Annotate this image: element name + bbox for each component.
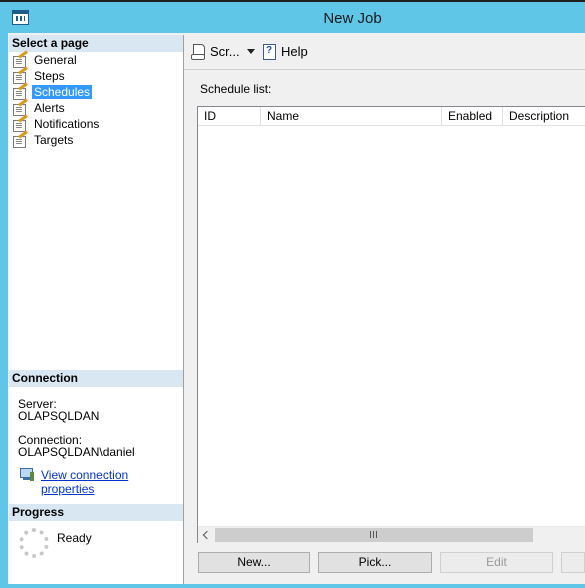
window-title: New Job xyxy=(323,10,382,27)
new-button[interactable]: New... xyxy=(198,552,310,573)
window-left-border xyxy=(0,33,8,588)
page-wand-icon xyxy=(12,98,28,116)
progress-header: Progress xyxy=(9,504,183,521)
script-button[interactable]: Scr... xyxy=(191,41,240,61)
page-item-label: Targets xyxy=(34,133,74,147)
script-dropdown[interactable] xyxy=(247,41,255,61)
page-item-label: General xyxy=(34,53,77,67)
scroll-left-arrow[interactable] xyxy=(198,527,215,544)
page-item-label: Schedules xyxy=(32,85,93,99)
page-item-targets[interactable]: Targets xyxy=(12,130,182,148)
select-page-header: Select a page xyxy=(9,35,183,52)
left-panel: Select a page General Steps Schedules Al… xyxy=(9,35,184,584)
connection-properties-icon[interactable] xyxy=(19,468,35,482)
page-list: General Steps Schedules Alerts Notificat… xyxy=(12,50,182,148)
progress-status: Ready xyxy=(57,531,92,545)
toolbar: Scr... ? Help xyxy=(184,35,585,70)
pick-button[interactable]: Pick... xyxy=(318,552,432,573)
scroll-grip-icon xyxy=(370,531,377,538)
page-item-schedules[interactable]: Schedules xyxy=(12,82,182,100)
view-connection-properties-link[interactable]: View connection properties xyxy=(41,468,183,496)
column-header-description[interactable]: Description xyxy=(503,107,585,125)
page-item-steps[interactable]: Steps xyxy=(12,66,182,84)
connection-value: OLAPSQLDAN\daniel xyxy=(18,445,135,459)
progress-spinner-icon xyxy=(19,528,49,558)
connection-header: Connection xyxy=(9,370,183,387)
script-label: Scr... xyxy=(210,43,240,59)
page-wand-icon xyxy=(12,50,28,68)
title-bar[interactable]: New Job xyxy=(0,2,585,33)
chevron-down-icon xyxy=(247,48,255,54)
page-item-alerts[interactable]: Alerts xyxy=(12,98,182,116)
page-wand-icon xyxy=(12,130,28,148)
column-header-id[interactable]: ID xyxy=(198,107,261,125)
help-icon: ? xyxy=(261,43,277,60)
page-item-notifications[interactable]: Notifications xyxy=(12,114,182,132)
schedule-list-label: Schedule list: xyxy=(200,82,272,96)
page-wand-icon xyxy=(12,82,28,100)
page-item-label: Notifications xyxy=(34,117,100,131)
window-bottom-border xyxy=(0,584,585,588)
column-header-enabled[interactable]: Enabled xyxy=(442,107,503,125)
page-item-label: Alerts xyxy=(34,101,65,115)
script-icon xyxy=(191,43,207,60)
schedule-list-grid[interactable]: ID Name Enabled Description xyxy=(197,106,585,544)
edit-button[interactable]: Edit xyxy=(440,552,553,573)
column-header-name[interactable]: Name xyxy=(261,107,442,125)
help-label: Help xyxy=(281,43,308,59)
page-item-label: Steps xyxy=(34,69,65,83)
help-button[interactable]: ? Help xyxy=(261,41,308,61)
page-wand-icon xyxy=(12,114,28,132)
grid-header: ID Name Enabled Description xyxy=(198,107,585,126)
page-wand-icon xyxy=(12,66,28,84)
remove-button[interactable] xyxy=(561,552,585,573)
scroll-thumb[interactable] xyxy=(215,528,533,542)
page-item-general[interactable]: General xyxy=(12,50,182,68)
server-value: OLAPSQLDAN xyxy=(18,409,100,423)
horizontal-scrollbar[interactable] xyxy=(198,526,585,544)
